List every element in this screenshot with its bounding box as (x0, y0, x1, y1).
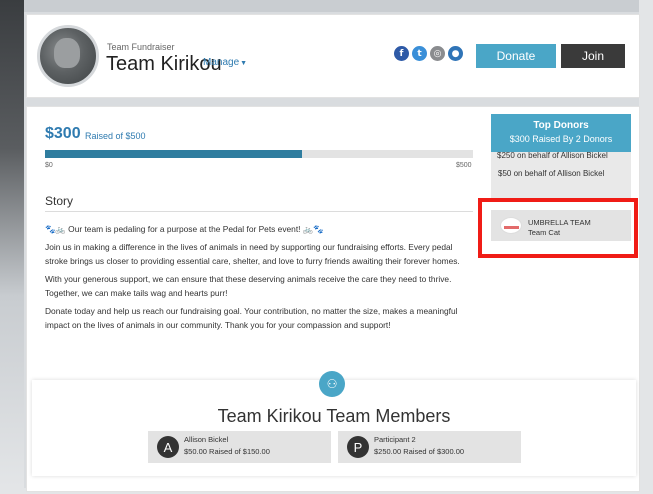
top-donors-header: Top Donors $300 Raised By 2 Donors (491, 114, 631, 152)
caret-down-icon: ▼ (240, 60, 248, 67)
team-members-icon: ⚇ (319, 371, 345, 397)
twitter-icon[interactable]: t (412, 46, 427, 61)
team-avatar (37, 25, 99, 87)
member-name: Participant 2 (374, 435, 416, 444)
progress-max-label: $500 (456, 162, 472, 169)
manage-dropdown[interactable]: Manage▼ (203, 57, 247, 68)
background-top (0, 0, 653, 12)
story-divider (45, 211, 473, 212)
team-members-title: Team Kirikou Team Members (217, 406, 451, 426)
member-card[interactable]: P Participant 2 $250.00 Raised of $300.0… (338, 431, 521, 463)
team-header-card: Team Fundraiser Team Kirikou Manage▼ f t… (26, 14, 640, 98)
top-donors-list[interactable]: $250 on behalf of Allison Bickel $50 on … (491, 152, 631, 200)
story-body: 🐾🚲 Our team is pedaling for a purpose at… (45, 222, 475, 336)
story-paragraph: Join us in making a difference in the li… (45, 242, 460, 266)
message-icon[interactable]: ● (448, 46, 463, 61)
facebook-icon[interactable]: f (394, 46, 409, 61)
story-paragraph: With your generous support, we can ensur… (45, 274, 452, 298)
highlight-annotation (478, 198, 638, 258)
member-avatar: P (347, 436, 369, 458)
fundraiser-label: Team Fundraiser (107, 42, 175, 52)
member-card[interactable]: A Allison Bickel $50.00 Raised of $150.0… (148, 431, 331, 463)
member-amount: $50.00 Raised of $150.00 (184, 447, 270, 456)
progress-bar (45, 150, 473, 158)
join-button[interactable]: Join (561, 44, 625, 68)
top-donors-subtitle: $300 Raised By 2 Donors (509, 134, 613, 144)
member-amount: $250.00 Raised of $300.00 (374, 447, 465, 456)
donor-item: $250 on behalf of Allison Bickel (497, 152, 608, 160)
raised-of-goal: Raised of $500 (85, 131, 146, 141)
raised-amount: $300 (45, 125, 81, 142)
story-heading: Story (45, 194, 74, 208)
member-avatar: A (157, 436, 179, 458)
social-share-icons: f t ◎ ● (394, 46, 463, 61)
top-donors-title: Top Donors (533, 120, 589, 131)
member-name: Allison Bickel (184, 435, 229, 444)
instagram-icon[interactable]: ◎ (430, 46, 445, 61)
donate-button[interactable]: Donate (476, 44, 556, 68)
donor-item: $50 on behalf of Allison Bickel (498, 169, 605, 178)
progress-min-label: $0 (45, 162, 53, 169)
story-paragraph: 🐾🚲 Our team is pedaling for a purpose at… (45, 224, 324, 234)
story-paragraph: Donate today and help us reach our fundr… (45, 306, 458, 330)
manage-label: Manage (203, 57, 240, 68)
progress-fill (45, 150, 302, 158)
